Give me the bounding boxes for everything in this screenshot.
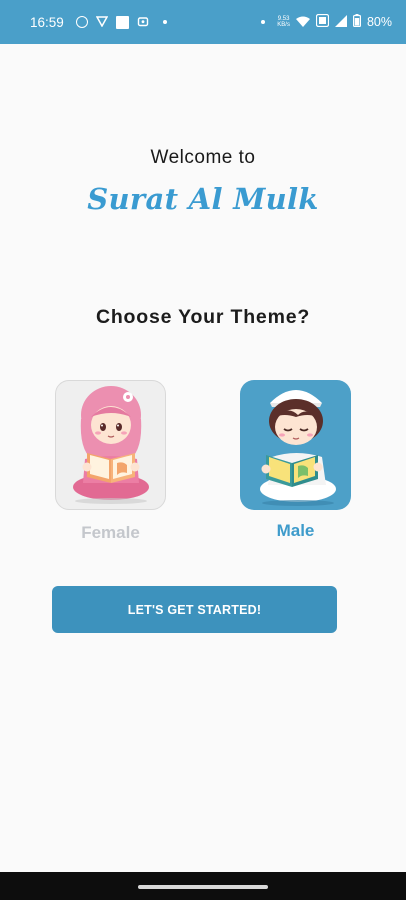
battery-icon [352, 14, 361, 30]
boy-reading-illustration [259, 389, 336, 506]
theme-card-female[interactable] [55, 380, 166, 510]
welcome-text: Welcome to [150, 147, 256, 168]
dot-icon [261, 20, 266, 24]
wifi-icon [295, 15, 310, 30]
app-title: Surat Al Mulk [87, 182, 319, 216]
signal-icon [334, 14, 347, 30]
girl-reading-illustration [72, 385, 149, 504]
network-speed-unit: KB/s [277, 22, 290, 28]
theme-label-male[interactable]: Male [240, 521, 351, 541]
get-started-button[interactable]: LET'S GET STARTED! [52, 586, 337, 633]
home-gesture-handle[interactable] [138, 885, 268, 889]
notification-square-icon [115, 15, 129, 29]
status-bar: 16:59 9.53 KB/s 80% [0, 0, 406, 44]
network-speed: 9.53 KB/s [277, 16, 290, 28]
app-notification-icon [137, 15, 149, 30]
battery-percentage: 80% [366, 15, 392, 29]
theme-label-female[interactable]: Female [55, 523, 166, 543]
theme-card-male[interactable] [240, 380, 351, 510]
navigation-bar [0, 872, 406, 900]
whatsapp-icon [75, 16, 88, 28]
status-time: 16:59 [30, 14, 64, 30]
volte-icon [315, 13, 330, 30]
vpn-shield-icon [95, 15, 109, 30]
dot-icon [162, 20, 167, 24]
theme-heading: Choose Your Theme? [95, 306, 311, 328]
